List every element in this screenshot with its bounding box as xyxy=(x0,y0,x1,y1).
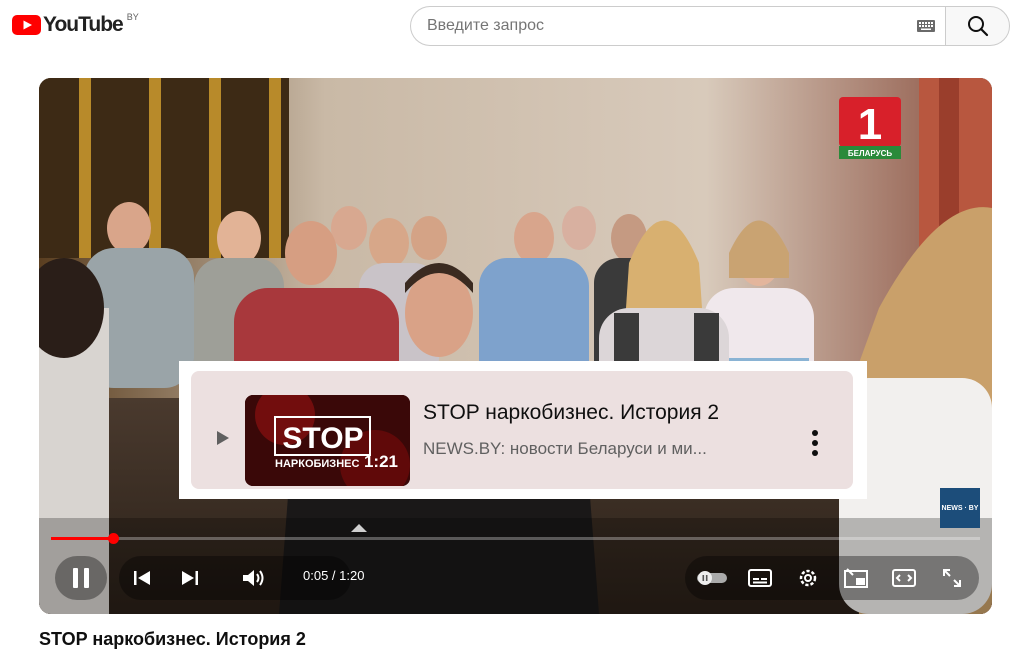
channel-logo-digit: 1 xyxy=(858,100,882,149)
miniplayer-button[interactable] xyxy=(841,563,871,593)
end-card-inner: STOP НАРКОБИЗНЕС 1:21 STOP наркобизнес. … xyxy=(191,371,853,489)
progress-scrubber[interactable] xyxy=(108,533,119,544)
pause-button[interactable] xyxy=(55,556,107,600)
time-display: 0:05 / 1:20 xyxy=(303,568,365,583)
previous-icon xyxy=(134,571,150,585)
thumbnail-art: STOP НАРКОБИЗНЕС xyxy=(245,395,410,486)
channel-logo-text: БЕЛАРУСЬ xyxy=(848,149,892,158)
thumbnail-title: STOP xyxy=(282,422,363,455)
search-button[interactable] xyxy=(945,6,1010,46)
theater-button[interactable] xyxy=(889,563,919,593)
search-placeholder: Введите запрос xyxy=(427,17,544,34)
progress-played xyxy=(51,537,113,540)
video-title: STOP наркобизнес. История 2 xyxy=(39,629,306,649)
subtitles-button[interactable] xyxy=(745,563,775,593)
search-bar: Введите запрос xyxy=(410,6,1010,46)
video-player[interactable]: 1 БЕЛАРУСЬ NEWS · BY STOP НАРКОБИЗНЕС 1:… xyxy=(39,78,992,614)
autoplay-toggle-icon xyxy=(697,571,727,585)
card-title[interactable]: STOP наркобизнес. История 2 xyxy=(423,401,719,425)
more-options-icon[interactable] xyxy=(811,429,819,457)
pause-icon xyxy=(73,568,89,588)
keyboard-icon[interactable] xyxy=(917,20,935,32)
progress-track[interactable] xyxy=(51,537,980,540)
end-card[interactable]: STOP НАРКОБИЗНЕС 1:21 STOP наркобизнес. … xyxy=(179,361,867,499)
thumbnail-subtitle: НАРКОБИЗНЕС xyxy=(275,458,359,470)
previous-button[interactable] xyxy=(127,563,157,593)
next-button[interactable] xyxy=(175,563,205,593)
right-controls-bg xyxy=(685,556,979,600)
play-icon[interactable] xyxy=(217,431,229,445)
miniplayer-icon xyxy=(844,568,868,588)
youtube-logo-icon xyxy=(12,15,41,35)
duration-label: 1:21 xyxy=(363,452,398,471)
chevron-up-icon[interactable] xyxy=(351,522,367,532)
belarus-1-logo: 1 БЕЛАРУСЬ xyxy=(839,97,901,159)
subtitles-icon xyxy=(748,569,772,587)
next-icon xyxy=(182,571,198,585)
news-by-badge: NEWS · BY xyxy=(940,488,980,528)
fullscreen-icon xyxy=(943,569,961,587)
search-input[interactable]: Введите запрос xyxy=(410,6,945,46)
autoplay-toggle[interactable] xyxy=(697,563,727,593)
settings-button[interactable] xyxy=(793,563,823,593)
volume-icon xyxy=(243,570,264,586)
theater-icon xyxy=(892,569,916,587)
video-thumbnail[interactable]: STOP НАРКОБИЗНЕС 1:21 xyxy=(245,395,410,486)
youtube-wordmark: YouTube xyxy=(43,13,124,36)
region-code: BY xyxy=(126,12,139,22)
youtube-logo[interactable]: YouTube BY xyxy=(12,12,139,38)
volume-button[interactable] xyxy=(239,563,269,593)
fullscreen-button[interactable] xyxy=(937,563,967,593)
card-channel[interactable]: NEWS.BY: новости Беларуси и ми... xyxy=(423,439,707,459)
settings-icon xyxy=(799,569,817,587)
search-icon xyxy=(967,16,988,37)
